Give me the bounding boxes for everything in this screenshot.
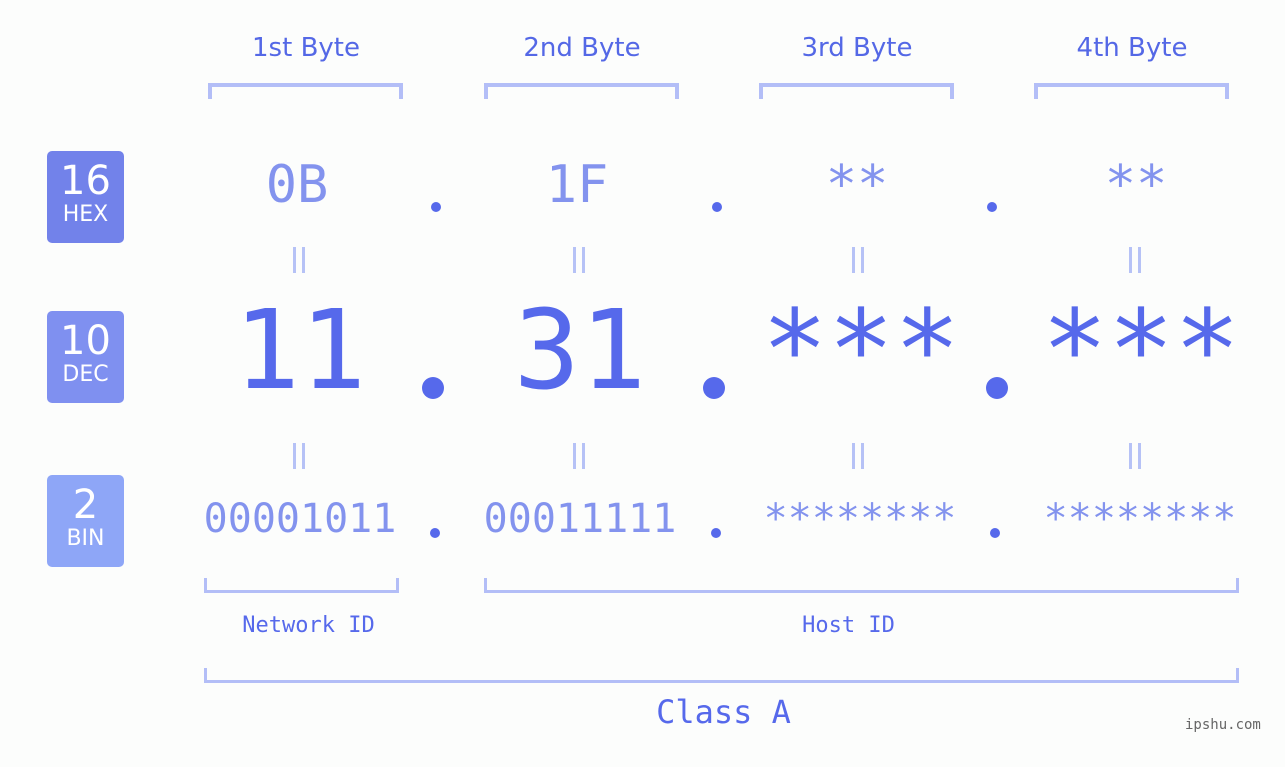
class-bracket bbox=[204, 668, 1239, 683]
class-label: Class A bbox=[656, 693, 791, 731]
watermark: ipshu.com bbox=[1185, 717, 1261, 733]
byte-header-4: 4th Byte bbox=[1076, 33, 1188, 63]
hex-separator-dot bbox=[987, 202, 997, 212]
host-id-label: Host ID bbox=[802, 613, 895, 638]
bin-badge-label: BIN bbox=[66, 526, 105, 551]
bin-value-2: 00011111 bbox=[483, 496, 677, 542]
dec-value-2: 31 bbox=[513, 286, 647, 414]
dec-value-1: 11 bbox=[233, 286, 367, 414]
dec-value-4: *** bbox=[1041, 286, 1241, 414]
host-id-bracket bbox=[484, 578, 1239, 593]
equals-mark bbox=[573, 443, 585, 469]
byte-header-2: 2nd Byte bbox=[523, 33, 641, 63]
dec-separator-dot bbox=[986, 377, 1008, 399]
equals-mark bbox=[852, 443, 864, 469]
byte-header-1: 1st Byte bbox=[252, 33, 360, 63]
bin-value-4: ******** bbox=[1043, 496, 1237, 542]
bin-badge: 2 BIN bbox=[47, 475, 124, 567]
equals-mark bbox=[293, 443, 305, 469]
byte-header-3: 3rd Byte bbox=[801, 33, 913, 63]
equals-mark bbox=[293, 247, 305, 273]
byte-bracket-4 bbox=[1034, 83, 1229, 99]
hex-separator-dot bbox=[431, 202, 441, 212]
bin-separator-dot bbox=[711, 528, 721, 538]
dec-badge-label: DEC bbox=[62, 362, 109, 387]
bin-value-3: ******** bbox=[763, 496, 957, 542]
hex-badge-label: HEX bbox=[62, 202, 109, 227]
network-id-bracket bbox=[204, 578, 399, 593]
equals-mark bbox=[1129, 247, 1141, 273]
dec-separator-dot bbox=[422, 377, 444, 399]
byte-bracket-3 bbox=[759, 83, 954, 99]
dec-badge-number: 10 bbox=[60, 318, 111, 364]
dec-badge: 10 DEC bbox=[47, 311, 124, 403]
bin-separator-dot bbox=[990, 528, 1000, 538]
hex-value-2: 1F bbox=[545, 155, 609, 215]
equals-mark bbox=[852, 247, 864, 273]
hex-value-1: 0B bbox=[265, 155, 329, 215]
hex-badge-number: 16 bbox=[60, 158, 111, 204]
hex-value-4: ** bbox=[1104, 155, 1168, 215]
hex-value-3: ** bbox=[825, 155, 889, 215]
equals-mark bbox=[1129, 443, 1141, 469]
hex-separator-dot bbox=[712, 202, 722, 212]
bin-badge-number: 2 bbox=[72, 482, 99, 528]
bin-separator-dot bbox=[430, 528, 440, 538]
byte-bracket-1 bbox=[208, 83, 403, 99]
dec-separator-dot bbox=[703, 377, 725, 399]
network-id-label: Network ID bbox=[242, 613, 375, 638]
dec-value-3: *** bbox=[761, 286, 961, 414]
byte-bracket-2 bbox=[484, 83, 679, 99]
hex-badge: 16 HEX bbox=[47, 151, 124, 243]
equals-mark bbox=[573, 247, 585, 273]
bin-value-1: 00001011 bbox=[203, 496, 397, 542]
